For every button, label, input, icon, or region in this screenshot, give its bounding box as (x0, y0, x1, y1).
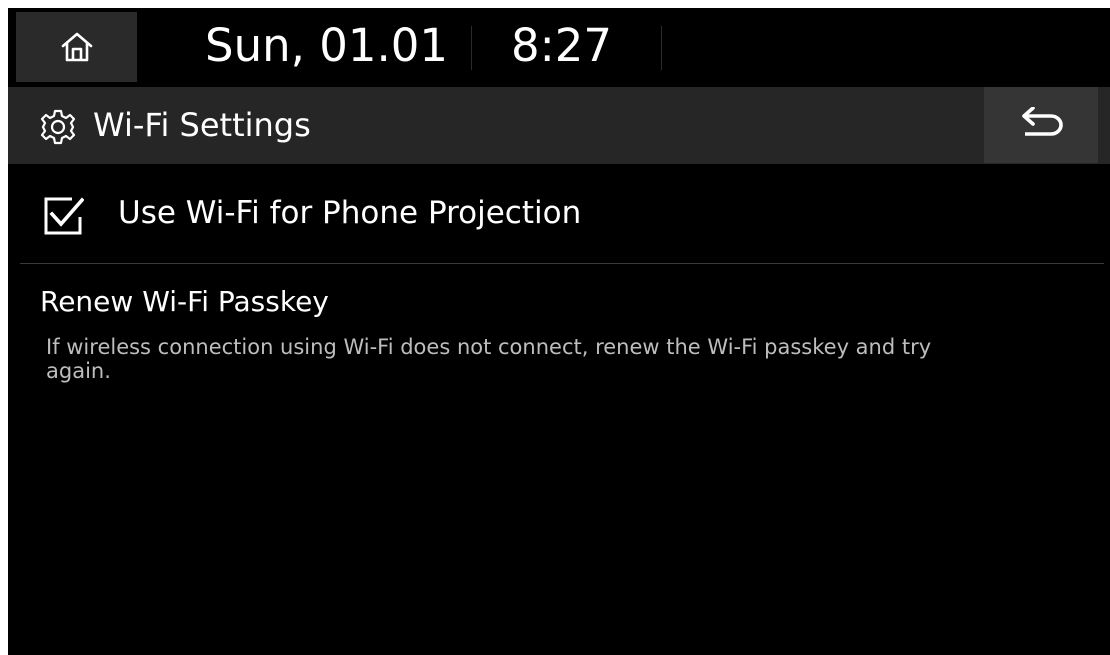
screen: Sun, 01.01 8:27 Wi-Fi Settings Use Wi-Fi… (8, 8, 1110, 655)
home-icon (61, 32, 92, 62)
status-divider (661, 26, 662, 70)
home-button[interactable] (16, 12, 137, 82)
back-arrow-icon (1022, 107, 1063, 136)
status-time: 8:27 (511, 19, 613, 72)
gear-icon (40, 109, 76, 145)
phone-projection-label: Use Wi-Fi for Phone Projection (118, 195, 582, 231)
renew-passkey-item[interactable]: Renew Wi-Fi Passkey If wireless connecti… (8, 266, 1110, 406)
renew-passkey-description: If wireless connection using Wi-Fi does … (46, 335, 932, 383)
title-bar: Wi-Fi Settings (8, 87, 1110, 164)
divider (20, 263, 1104, 264)
checkbox-checked-icon[interactable] (42, 195, 84, 237)
renew-passkey-title: Renew Wi-Fi Passkey (40, 285, 329, 318)
page-title: Wi-Fi Settings (93, 106, 311, 144)
status-date: Sun, 01.01 (205, 19, 449, 72)
status-bar: Sun, 01.01 8:27 (8, 8, 1110, 87)
phone-projection-option[interactable]: Use Wi-Fi for Phone Projection (8, 164, 1110, 263)
back-button[interactable] (984, 87, 1098, 163)
status-divider (471, 26, 472, 70)
